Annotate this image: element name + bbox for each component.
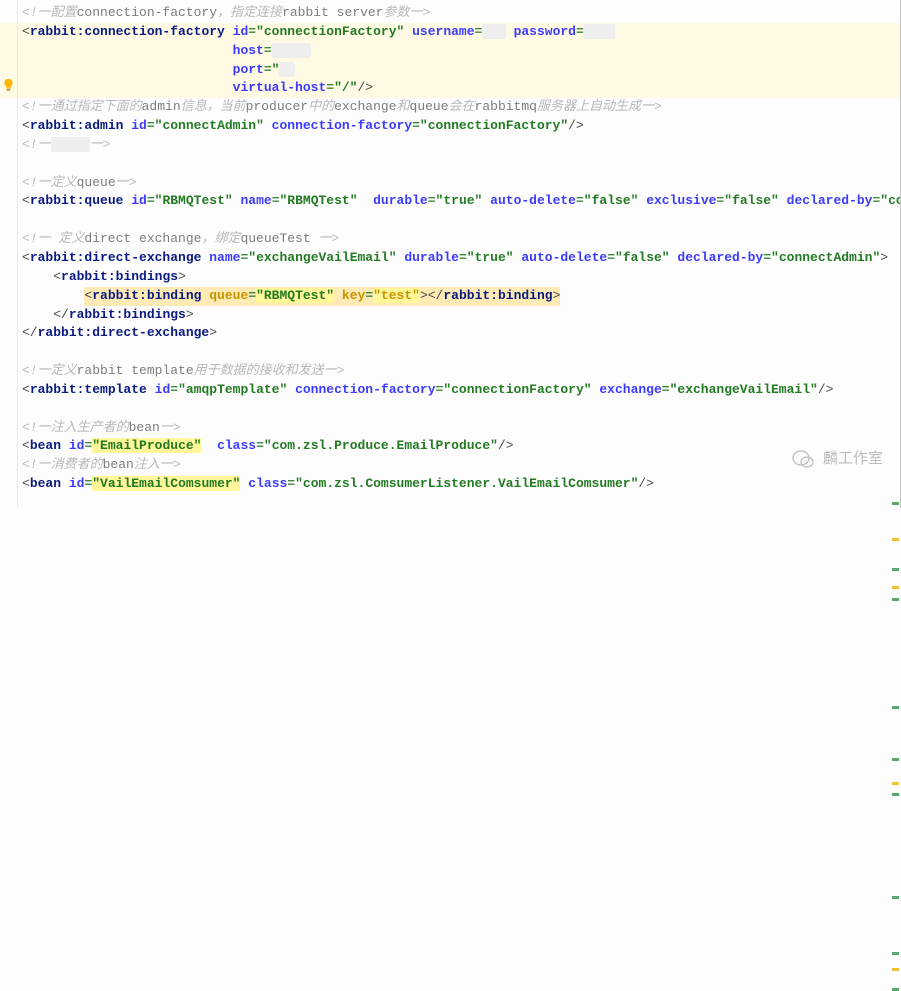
code-line[interactable]: <rabbit:queue id="RBMQTest" name="RBMQTe… bbox=[22, 192, 901, 211]
watermark: 麟工作室 bbox=[791, 448, 883, 470]
editor-mark[interactable] bbox=[892, 586, 899, 589]
intention-bulb-icon[interactable] bbox=[2, 78, 15, 91]
editor-gutter bbox=[0, 0, 18, 508]
editor-mark[interactable] bbox=[892, 988, 899, 991]
code-line[interactable]: virtual-host="/"/> bbox=[0, 79, 901, 98]
code-line[interactable]: <!一 定义direct exchange，绑定queueTest 一> bbox=[22, 230, 901, 249]
editor-mark[interactable] bbox=[892, 968, 899, 971]
code-line[interactable] bbox=[22, 343, 901, 362]
editor-mark[interactable] bbox=[892, 793, 899, 796]
code-line[interactable] bbox=[22, 155, 901, 174]
code-line[interactable]: <!一定义queue一> bbox=[22, 174, 901, 193]
code-line[interactable]: <!一消费者的bean注入一> bbox=[22, 456, 901, 475]
code-line[interactable]: port=" bbox=[0, 61, 901, 80]
code-editor-content[interactable]: <!一配置connection-factory，指定连接rabbit serve… bbox=[0, 0, 901, 498]
watermark-text: 麟工作室 bbox=[823, 448, 883, 470]
code-line[interactable]: <rabbit:bindings> bbox=[22, 268, 901, 287]
code-line[interactable]: host= bbox=[0, 42, 901, 61]
wechat-icon bbox=[791, 448, 815, 470]
editor-mark[interactable] bbox=[892, 896, 899, 899]
editor-mark[interactable] bbox=[892, 782, 899, 785]
code-line[interactable]: <rabbit:connection-factory id="connectio… bbox=[0, 23, 901, 42]
editor-mark[interactable] bbox=[892, 568, 899, 571]
code-line[interactable]: </rabbit:direct-exchange> bbox=[22, 324, 901, 343]
editor-mark[interactable] bbox=[892, 538, 899, 541]
code-line[interactable]: <rabbit:binding queue="RBMQTest" key="te… bbox=[22, 287, 901, 306]
code-line[interactable]: <!一通过指定下面的admin信息，当前producer中的exchange和q… bbox=[22, 98, 901, 117]
code-line[interactable]: <bean id="VailEmailComsumer" class="com.… bbox=[22, 475, 901, 494]
code-line[interactable]: <rabbit:direct-exchange name="exchangeVa… bbox=[22, 249, 901, 268]
editor-mark[interactable] bbox=[892, 706, 899, 709]
editor-mark[interactable] bbox=[892, 952, 899, 955]
code-line[interactable]: <bean id="EmailProduce" class="com.zsl.P… bbox=[22, 437, 901, 456]
code-line[interactable] bbox=[22, 400, 901, 419]
code-line[interactable] bbox=[22, 211, 901, 230]
editor-mark[interactable] bbox=[892, 758, 899, 761]
code-line[interactable]: </rabbit:bindings> bbox=[22, 306, 901, 325]
code-line[interactable]: <!一注入生产者的bean一> bbox=[22, 419, 901, 438]
code-line[interactable]: <!一配置connection-factory，指定连接rabbit serve… bbox=[22, 4, 901, 23]
editor-mark[interactable] bbox=[892, 502, 899, 505]
editor-mark[interactable] bbox=[892, 598, 899, 601]
code-line[interactable]: <rabbit:admin id="connectAdmin" connecti… bbox=[22, 117, 901, 136]
code-line[interactable]: <rabbit:template id="amqpTemplate" conne… bbox=[22, 381, 901, 400]
code-line[interactable]: <!一定义rabbit template用于数据的接收和发送一> bbox=[22, 362, 901, 381]
code-line[interactable]: <!一 ... 一> bbox=[22, 136, 901, 155]
